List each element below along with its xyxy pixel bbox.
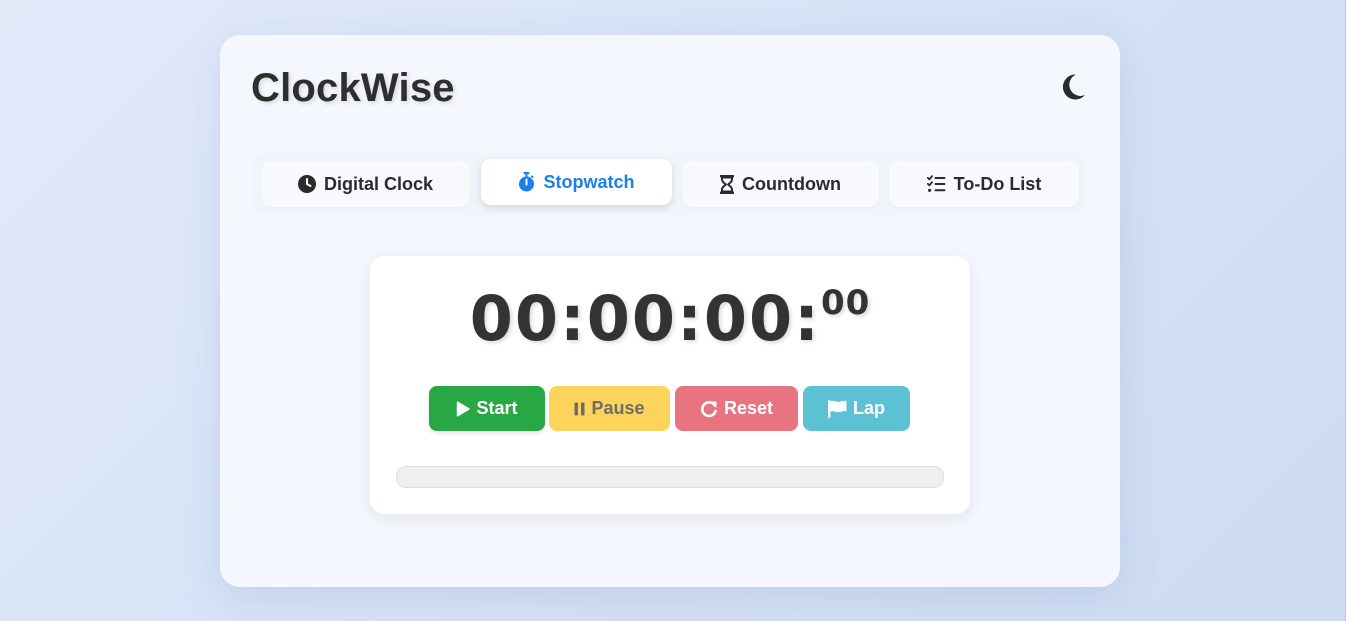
app-card: ClockWise Digital Clock Stopwatch Countd… [220,35,1120,587]
tab-label: Countdown [742,173,841,194]
flag-icon [827,399,847,418]
start-button[interactable]: Start [429,386,545,431]
reset-button[interactable]: Reset [675,386,798,431]
tab-bar: Digital Clock Stopwatch Countdown To-Do … [254,153,1086,215]
clock-icon [297,175,316,193]
stopwatch-progress-bar [396,466,944,488]
tab-stopwatch[interactable]: Stopwatch [481,159,672,205]
tab-digital-clock[interactable]: Digital Clock [261,161,470,207]
stopwatch-icon [518,172,535,192]
start-label: Start [476,398,518,418]
play-icon [457,400,471,417]
pause-icon [574,402,585,415]
tab-label: To-Do List [953,173,1042,194]
time-main: 00:00:00: [469,282,821,355]
tab-todo-list[interactable]: To-Do List [889,161,1079,207]
theme-toggle-button[interactable] [1058,72,1088,102]
pause-button[interactable]: Pause [549,386,670,431]
lap-button[interactable]: Lap [803,386,910,431]
tab-countdown[interactable]: Countdown [682,161,879,207]
tab-label: Digital Clock [323,173,434,194]
lap-label: Lap [852,398,885,418]
time-milliseconds: 00 [820,283,871,323]
stopwatch-time-display: 00:00:00:00 [370,282,970,355]
app-title: ClockWise [251,66,455,110]
tab-label: Stopwatch [543,171,635,192]
stopwatch-panel: 00:00:00:00 Start Pause Reset Lap [370,256,970,514]
reset-label: Reset [723,398,774,418]
checklist-icon [926,175,946,193]
hourglass-icon [720,174,735,194]
redo-icon [700,400,717,417]
moon-icon [1062,74,1085,100]
pause-label: Pause [591,398,645,418]
